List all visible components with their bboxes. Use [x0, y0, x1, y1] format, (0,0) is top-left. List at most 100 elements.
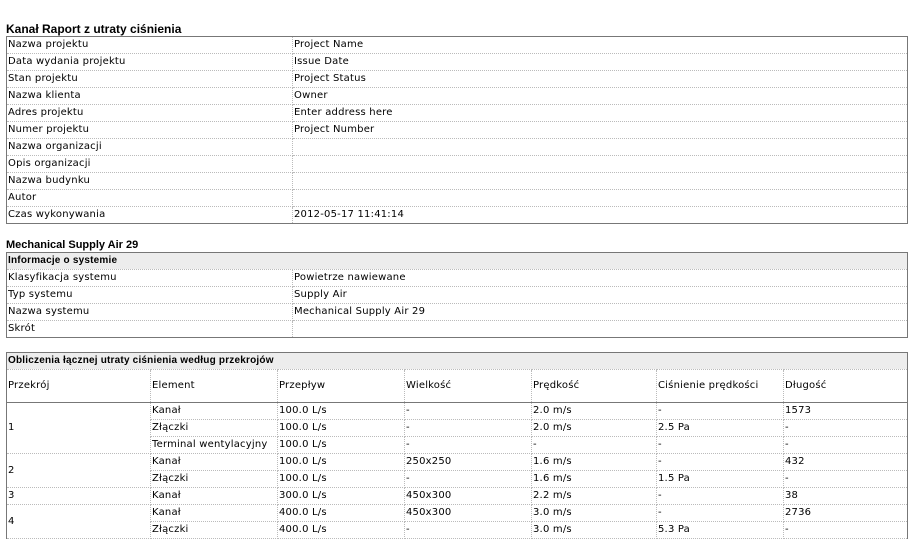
system-info-label: Typ systemu [6, 286, 293, 304]
calc-cell: 2.2 m/s [531, 487, 657, 505]
calc-cell: Kanał [150, 504, 278, 522]
pressure-loss-table: Obliczenia łącznej utraty ciśnienia wedł… [6, 352, 908, 539]
project-info-value [292, 138, 908, 156]
system-info-value [292, 320, 908, 338]
project-info-value [292, 189, 908, 207]
report-page: Kanał Raport z utraty ciśnienia Nazwa pr… [6, 0, 908, 539]
project-info-row: Numer projektu Project Number [6, 121, 908, 139]
system-info-value: Supply Air [292, 286, 908, 304]
project-info-label: Nazwa klienta [6, 87, 293, 105]
system-info-row: Nazwa systemu Mechanical Supply Air 29 [6, 303, 908, 321]
calc-row: 4 Kanał 400.0 L/s 450x300 3.0 m/s -2736 [6, 504, 908, 539]
calc-cell: 2.5 Pa [656, 419, 784, 437]
calc-cell: - [783, 521, 908, 539]
calc-cell: - [783, 436, 908, 454]
calc-cell: 250x250 [404, 453, 532, 471]
project-info-value: Project Status [292, 70, 908, 88]
calc-cell: - [656, 453, 784, 471]
calc-cell: - [404, 436, 532, 454]
project-info-label: Data wydania projektu [6, 53, 293, 71]
calc-cell: - [531, 436, 657, 454]
calc-cell: 1.6 m/s [531, 470, 657, 488]
calc-cell: 38 [783, 487, 908, 505]
calc-cell: 432 [783, 453, 908, 471]
system-info-table: Informacje o systemie Klasyfikacja syste… [6, 252, 908, 338]
calc-cell: 100.0 L/s [277, 419, 405, 437]
project-info-value: Enter address here [292, 104, 908, 122]
project-info-value: Issue Date [292, 53, 908, 71]
project-info-value: 2012-05-17 11:41:14 [292, 206, 908, 224]
project-info-label: Opis organizacji [6, 155, 293, 173]
calc-cell: 1.6 m/s [531, 453, 657, 471]
calc-title: Obliczenia łącznej utraty ciśnienia wedł… [6, 352, 908, 370]
calc-cell: Kanał [150, 402, 278, 420]
calc-column-header: Przekrój [6, 369, 151, 403]
project-info-row: Nazwa organizacji [6, 138, 908, 156]
calc-cell: - [656, 487, 784, 505]
system-info-row: Klasyfikacja systemu Powietrze nawiewane [6, 269, 908, 287]
calc-cell: - [656, 436, 784, 454]
calc-cell: 400.0 L/s [277, 504, 405, 522]
calc-cell: - [404, 470, 532, 488]
project-info-row: Data wydania projektu Issue Date [6, 53, 908, 71]
report-title: Kanał Raport z utraty ciśnienia [6, 22, 182, 36]
calc-column-header: Długość [783, 369, 908, 403]
calc-cell: 400.0 L/s [277, 521, 405, 539]
calc-cell: - [404, 402, 532, 420]
system-info-value: Powietrze nawiewane [292, 269, 908, 287]
calc-cell: - [404, 521, 532, 539]
calc-cell: 100.0 L/s [277, 436, 405, 454]
calc-cell: - [656, 402, 784, 420]
system-info-header-row: Informacje o systemie [6, 252, 908, 270]
calc-row: 3 Kanał 300.0 L/s 450x300 2.2 m/s -38 [6, 487, 908, 505]
calc-cell: - [783, 419, 908, 437]
project-info-value: Project Name [292, 36, 908, 54]
system-info-label: Skrót [6, 320, 293, 338]
project-info-value [292, 172, 908, 190]
project-info-row: Adres projektu Enter address here [6, 104, 908, 122]
project-info-table: Nazwa projektu Project Name Data wydania p… [6, 36, 908, 224]
calc-cell: 2.0 m/s [531, 402, 657, 420]
calc-cell: Złączki [150, 419, 278, 437]
calc-cell: 2736 [783, 504, 908, 522]
project-info-value: Project Number [292, 121, 908, 139]
project-info-value [292, 155, 908, 173]
calc-cell: Złączki [150, 470, 278, 488]
calc-cell: - [783, 470, 908, 488]
calc-cell: 450x300 [404, 504, 532, 522]
calc-cell: 2.0 m/s [531, 419, 657, 437]
calc-title-row: Obliczenia łącznej utraty ciśnienia wedł… [6, 352, 908, 370]
system-info-label: Nazwa systemu [6, 303, 293, 321]
calc-cell: 1.5 Pa [656, 470, 784, 488]
calc-cell: 100.0 L/s [277, 453, 405, 471]
calc-cell: 1573 [783, 402, 908, 420]
project-info-label: Nazwa budynku [6, 172, 293, 190]
project-info-value: Owner [292, 87, 908, 105]
section-id: 4 [6, 504, 151, 539]
project-info-row: Czas wykonywania 2012-05-17 11:41:14 [6, 206, 908, 224]
system-title: Mechanical Supply Air 29 [6, 239, 139, 251]
calc-column-header: Ciśnienie prędkości [656, 369, 784, 403]
calc-cell: 5.3 Pa [656, 521, 784, 539]
calc-column-header: Wielkość [404, 369, 532, 403]
project-info-label: Nazwa projektu [6, 36, 293, 54]
calc-cell: Terminal wentylacyjny [150, 436, 278, 454]
system-info-header: Informacje o systemie [6, 252, 908, 270]
project-info-row: Autor [6, 189, 908, 207]
calc-column-header: Prędkość [531, 369, 657, 403]
calc-column-header: Element [150, 369, 278, 403]
project-info-label: Numer projektu [6, 121, 293, 139]
calc-cell: 3.0 m/s [531, 521, 657, 539]
calc-cell: Kanał [150, 487, 278, 505]
project-info-label: Autor [6, 189, 293, 207]
project-info-row: Nazwa klienta Owner [6, 87, 908, 105]
calc-column-header-row: Przekrój Element Przepływ Wielkość Prędkość C… [6, 369, 908, 403]
system-info-value: Mechanical Supply Air 29 [292, 303, 908, 321]
calc-cell: Kanał [150, 453, 278, 471]
calc-cell: 300.0 L/s [277, 487, 405, 505]
project-info-row: Nazwa projektu Project Name [6, 36, 908, 54]
calc-cell: 100.0 L/s [277, 402, 405, 420]
calc-cell: - [404, 419, 532, 437]
project-info-label: Stan projektu [6, 70, 293, 88]
project-info-label: Czas wykonywania [6, 206, 293, 224]
